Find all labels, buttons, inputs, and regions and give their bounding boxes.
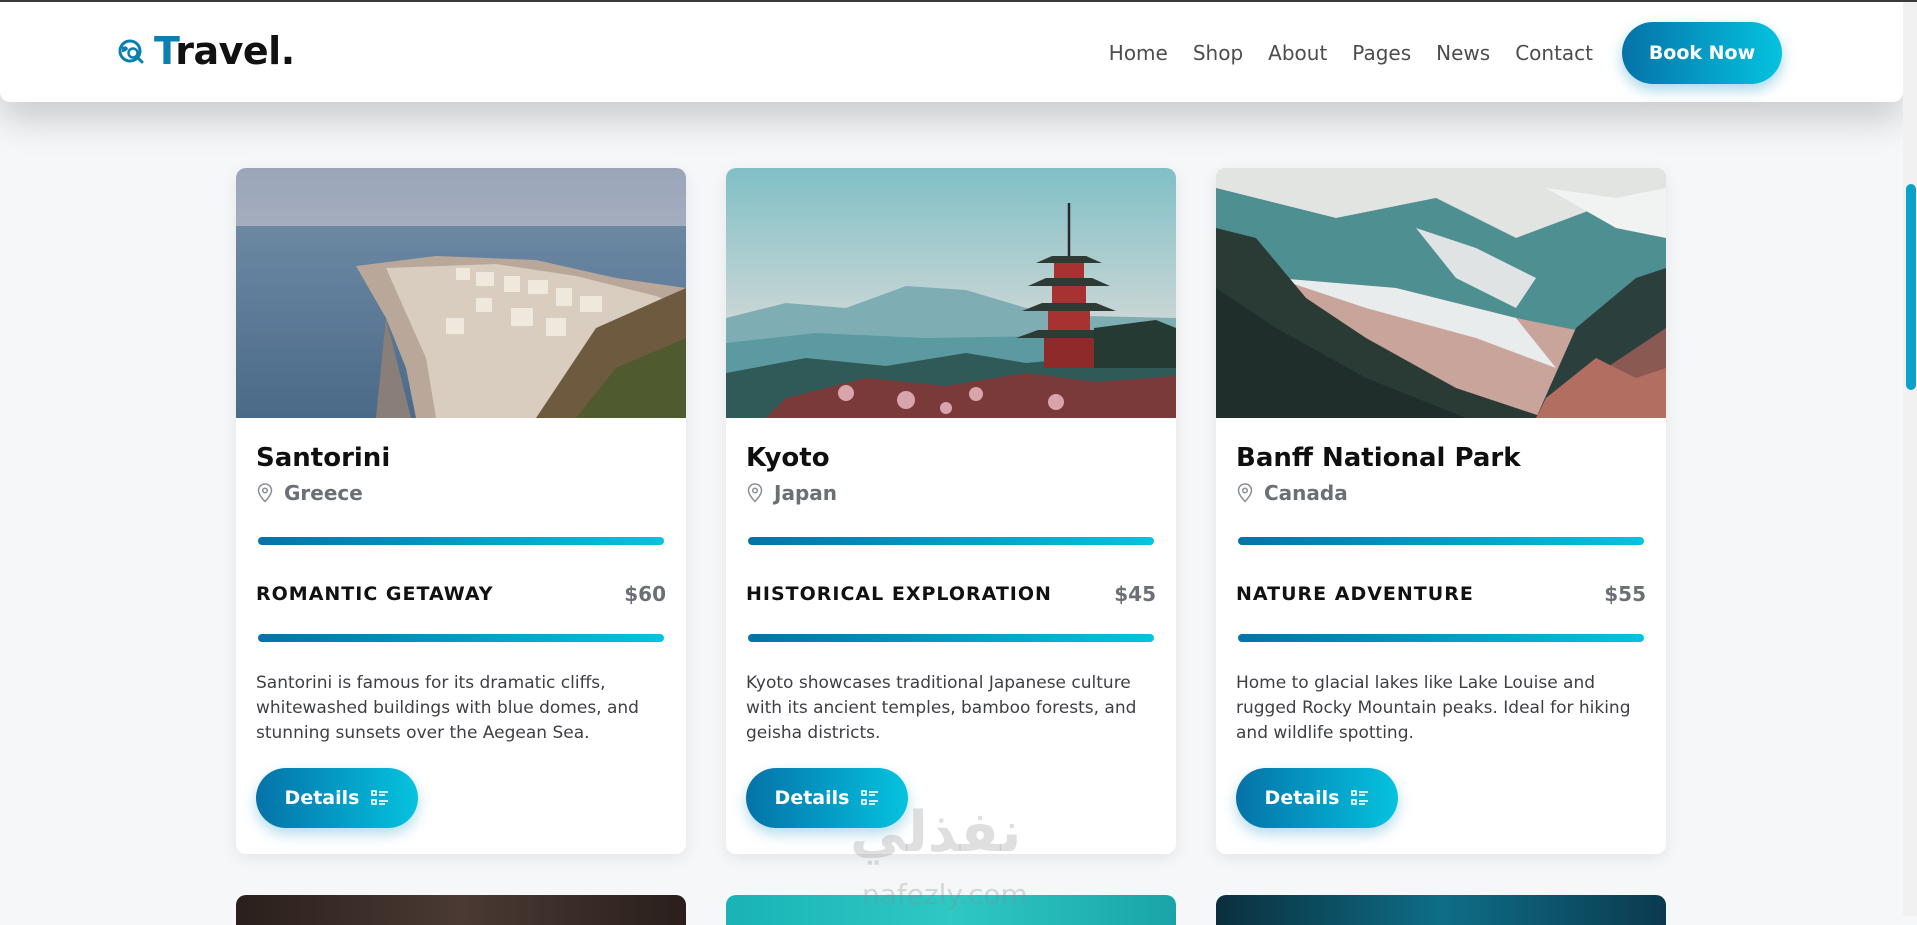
card-location: Canada <box>1236 480 1348 506</box>
brand-logo[interactable]: Travel. <box>118 28 295 74</box>
location-pin-icon <box>1237 483 1253 503</box>
card-title: Kyoto <box>746 443 830 473</box>
details-button[interactable]: Details <box>256 768 418 828</box>
details-label: Details <box>1264 787 1340 809</box>
scrollbar-thumb[interactable] <box>1906 184 1916 390</box>
card-description: Home to glacial lakes like Lake Louise a… <box>1236 673 1631 743</box>
card-title: Banff National Park <box>1236 443 1521 473</box>
destination-card-kyoto: Kyoto Japan HISTORICAL EXPLORATION $45 K… <box>726 168 1176 854</box>
divider-bar <box>258 634 664 642</box>
card-category: ROMANTIC GETAWAY <box>256 583 494 605</box>
banff-photo <box>1216 168 1666 418</box>
location-pin-icon <box>257 483 273 503</box>
watermark-arabic: نفذلي <box>850 800 1022 865</box>
location-pin-icon <box>747 483 763 503</box>
details-label: Details <box>284 787 360 809</box>
brand-name: Travel. <box>154 29 295 73</box>
next-card-photo-peek <box>1216 895 1666 925</box>
card-country: Canada <box>1264 481 1348 505</box>
details-button[interactable]: Details <box>1236 768 1398 828</box>
nav-home[interactable]: Home <box>1109 38 1168 68</box>
card-category: HISTORICAL EXPLORATION <box>746 583 1052 605</box>
nav-pages[interactable]: Pages <box>1352 38 1411 68</box>
site-header: Travel. Home Shop About Pages News Conta… <box>0 2 1903 102</box>
card-price: $55 <box>1604 582 1646 606</box>
card-country: Japan <box>774 481 837 505</box>
card-category: NATURE ADVENTURE <box>1236 583 1474 605</box>
divider-bar <box>1238 537 1644 545</box>
nav-shop[interactable]: Shop <box>1193 38 1243 68</box>
destination-card-banff: Banff National Park Canada NATURE ADVENT… <box>1216 168 1666 854</box>
nav-contact[interactable]: Contact <box>1515 38 1593 68</box>
card-description: Santorini is famous for its dramatic cli… <box>256 673 639 743</box>
divider-bar <box>748 634 1154 642</box>
divider-bar <box>748 537 1154 545</box>
card-location: Greece <box>256 480 363 506</box>
book-now-button[interactable]: Book Now <box>1622 22 1782 84</box>
card-country: Greece <box>284 481 363 505</box>
watermark-latin: nafezly.com <box>862 878 1028 911</box>
list-icon <box>371 790 389 805</box>
card-price: $45 <box>1114 582 1156 606</box>
nav-news[interactable]: News <box>1436 38 1490 68</box>
destination-card-santorini: Santorini Greece ROMANTIC GETAWAY $60 Sa… <box>236 168 686 854</box>
globe-search-icon <box>118 39 144 64</box>
kyoto-photo <box>726 168 1176 418</box>
details-label: Details <box>774 787 850 809</box>
divider-bar <box>1238 634 1644 642</box>
card-location: Japan <box>746 480 837 506</box>
card-price: $60 <box>624 582 666 606</box>
card-description: Kyoto showcases traditional Japanese cul… <box>746 673 1137 743</box>
scrollbar-track[interactable] <box>1903 0 1917 916</box>
santorini-photo <box>236 168 686 418</box>
list-icon <box>1351 790 1369 805</box>
next-card-photo-peek <box>236 895 686 925</box>
main-nav: Home Shop About Pages News Contact <box>1109 38 1593 68</box>
divider-bar <box>258 537 664 545</box>
nav-about[interactable]: About <box>1268 38 1327 68</box>
card-title: Santorini <box>256 443 391 473</box>
window-top-border <box>0 0 1917 2</box>
